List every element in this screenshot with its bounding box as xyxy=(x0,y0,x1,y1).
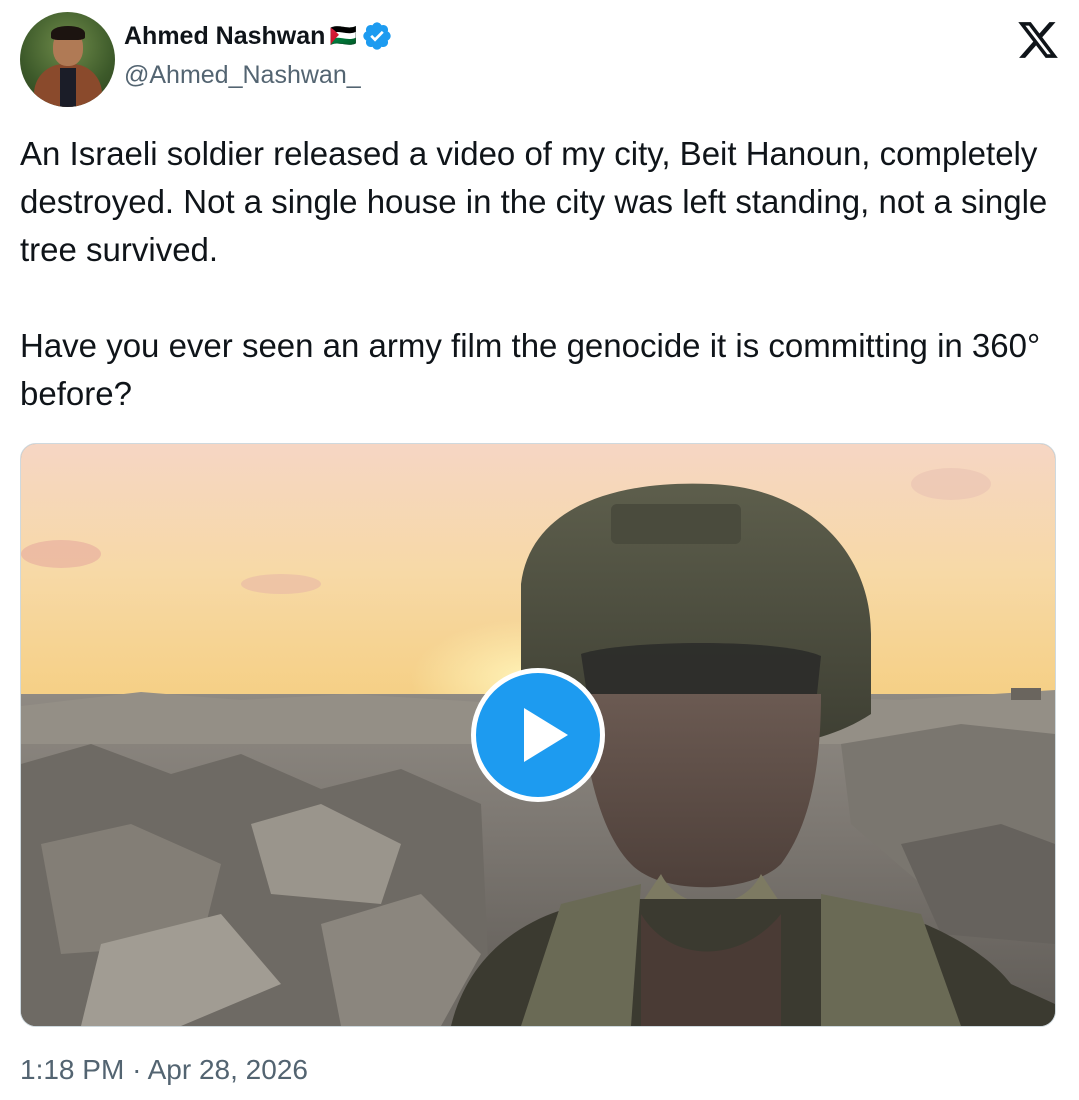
tweet-text: An Israeli soldier released a video of m… xyxy=(20,130,1050,418)
video-media[interactable] xyxy=(20,443,1056,1027)
avatar[interactable] xyxy=(20,12,115,107)
tweet-date: Apr 28, 2026 xyxy=(147,1054,308,1085)
play-button[interactable] xyxy=(471,668,605,802)
tweet-paragraph-2: Have you ever seen an army film the geno… xyxy=(20,327,1041,412)
flag-emoji: 🇵🇸 xyxy=(329,23,357,48)
avatar-hair xyxy=(51,26,85,40)
author-names: Ahmed Nashwan 🇵🇸 @Ahmed_Nashwan_ xyxy=(124,20,393,92)
timestamp-separator: · xyxy=(132,1054,142,1085)
play-icon xyxy=(524,708,568,762)
tweet-timestamp[interactable]: 1:18 PM · Apr 28, 2026 xyxy=(20,1052,308,1088)
author-handle[interactable]: @Ahmed_Nashwan_ xyxy=(124,58,393,92)
tweet-header: Ahmed Nashwan 🇵🇸 @Ahmed_Nashwan_ xyxy=(20,12,1060,112)
author-name-text: Ahmed Nashwan xyxy=(124,22,326,50)
tweet-time: 1:18 PM xyxy=(20,1054,125,1085)
avatar-shirt xyxy=(60,68,76,107)
tweet-paragraph-1: An Israeli soldier released a video of m… xyxy=(20,135,1048,268)
x-logo-icon[interactable] xyxy=(1016,18,1060,62)
author-display-name[interactable]: Ahmed Nashwan 🇵🇸 xyxy=(124,20,393,52)
verified-badge-icon xyxy=(363,22,391,50)
